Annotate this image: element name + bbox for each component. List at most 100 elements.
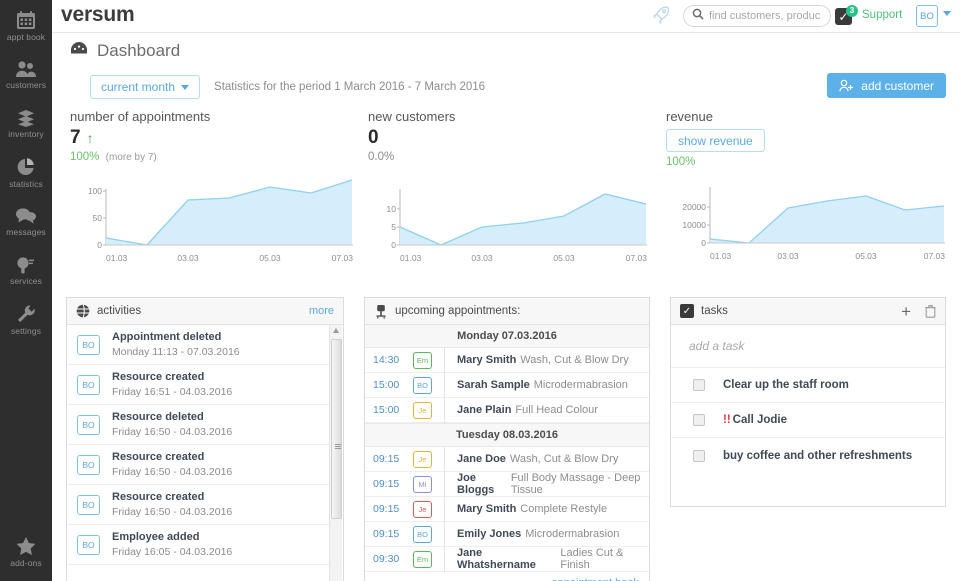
add-task-input[interactable]: add a task	[671, 325, 945, 368]
list-item[interactable]: BO Resource created Friday 16:51 - 04.03…	[67, 365, 343, 405]
activity-text: Appointment deleted Monday 11:13 - 07.03…	[112, 330, 240, 359]
list-item[interactable]: buy coffee and other refreshments	[671, 438, 945, 473]
list-item[interactable]: BO Appointment deleted Monday 11:13 - 07…	[67, 325, 343, 365]
appointment-description: Joe Bloggs Full Body Massage - Deep Tiss…	[444, 471, 649, 497]
list-item[interactable]: BO Resource created Friday 16:50 - 04.03…	[67, 485, 343, 525]
chart-revenue: 0 10000 20000 01.03 03.03 05.03 07.03	[666, 174, 956, 275]
add-customer-button[interactable]: add customer	[827, 73, 946, 98]
sidebar-item-statistics[interactable]: statistics	[0, 147, 52, 196]
chevron-down-icon[interactable]	[943, 11, 951, 16]
list-item[interactable]: BO Resource deleted Friday 16:50 - 04.03…	[67, 405, 343, 445]
chart-revenue-svg: 0 10000 20000 01.03 03.03 05.03 07.03	[682, 187, 945, 261]
task-label: buy coffee and other refreshments	[723, 449, 913, 462]
search-box[interactable]	[683, 5, 831, 27]
kpi-title: number of appointments	[70, 109, 211, 124]
sidebar-item-messages[interactable]: messages	[0, 196, 52, 245]
svg-text:05.03: 05.03	[259, 253, 281, 263]
task-checkbox[interactable]	[693, 414, 705, 426]
kpi-percent: 0.0%	[368, 151, 395, 163]
appointment-time: 14:30	[373, 354, 400, 366]
scrollbar-thumb[interactable]	[331, 339, 342, 519]
activity-title: Resource created	[112, 451, 205, 463]
activity-text: Resource deleted Friday 16:50 - 04.03.20…	[112, 410, 232, 439]
task-checkbox[interactable]	[693, 449, 705, 462]
list-item[interactable]: BO Resource created Friday 16:50 - 04.03…	[67, 445, 343, 485]
appointment-time: 09:15	[373, 453, 400, 465]
appointment-service: Full Body Massage - Deep Tissue	[510, 472, 641, 496]
svg-text:05.03: 05.03	[855, 251, 877, 261]
boxes-icon	[15, 109, 37, 127]
appointment-time: 15:00	[373, 404, 400, 416]
list-item[interactable]: !! Call Jodie	[671, 403, 945, 438]
table-row[interactable]: 09:15 Mi Joe Bloggs Full Body Massage - …	[365, 471, 649, 497]
task-checkbox[interactable]	[693, 379, 705, 391]
activities-scrollbar[interactable]	[329, 325, 342, 581]
sidebar-item-label: services	[10, 276, 42, 286]
table-row[interactable]: 09:30 Em Jane Whatshername Ladies Cut & …	[365, 546, 649, 572]
sidebar-item-services[interactable]: services	[0, 245, 52, 294]
avatar[interactable]: BO	[916, 5, 938, 27]
avatar: BO	[77, 414, 100, 435]
main-content: Dashboard current month Statistics for t…	[52, 33, 960, 581]
notifications-button[interactable]: ✓ 3	[835, 5, 858, 27]
sidebar-item-settings[interactable]: settings	[0, 294, 52, 343]
appointment-customer: Mary Smith	[457, 503, 517, 515]
table-row[interactable]: 09:15 BO Emily Jones Microdermabrasion	[365, 521, 649, 547]
brand-logo[interactable]: versum	[61, 3, 135, 27]
avatar: BO	[77, 454, 100, 475]
show-revenue-button[interactable]: show revenue	[666, 129, 765, 152]
trash-icon[interactable]	[925, 304, 936, 318]
activity-text: Resource created Friday 16:50 - 04.03.20…	[112, 490, 232, 519]
appointment-book-link[interactable]: appointment book	[365, 572, 649, 581]
list-item[interactable]: BO Employee added Friday 16:05 - 04.03.2…	[67, 525, 343, 565]
rocket-icon[interactable]	[651, 5, 671, 30]
tasks-list: add a task Clear up the staff room !! Cal…	[671, 325, 945, 507]
search-input[interactable]	[709, 10, 829, 22]
scroll-up-arrow-icon[interactable]	[333, 328, 339, 333]
chart-new-customers-svg: 0 5 10 01.03 03.03 05.03 07.03	[387, 189, 648, 263]
avatar: Em	[413, 351, 432, 369]
table-row[interactable]: 15:00 BO Sarah Sample Microdermabrasion	[365, 372, 649, 398]
svg-text:0: 0	[701, 238, 706, 248]
kpi-percent-row: 100%	[666, 156, 956, 168]
sidebar-item-customers[interactable]: customers	[0, 49, 52, 98]
activities-more-link[interactable]: more	[309, 305, 334, 317]
sidebar-item-inventory[interactable]: inventory	[0, 98, 52, 147]
appointment-customer: Mary Smith	[457, 354, 517, 366]
appointment-description: Mary Smith Wash, Cut & Blow Dry	[444, 347, 629, 373]
support-link[interactable]: Support	[862, 9, 902, 21]
dashboard-page: appt book customers inventory statistics	[0, 0, 960, 581]
appointment-time: 09:15	[373, 528, 400, 540]
appointment-service: Full Head Colour	[515, 404, 598, 416]
table-row[interactable]: 09:15 Je Mary Smith Complete Restyle	[365, 496, 649, 522]
appointments-panel-header: upcoming appointments:	[365, 298, 649, 325]
table-row[interactable]: 09:15 Je Jane Doe Wash, Cut & Blow Dry	[365, 446, 649, 472]
appointment-time: 09:15	[373, 503, 400, 515]
plus-icon[interactable]: +	[901, 303, 911, 320]
add-user-icon	[839, 79, 854, 92]
kpi-percent-row: 100% (more by 7)	[70, 151, 356, 163]
svg-text:07.03: 07.03	[626, 253, 648, 263]
sidebar-item-label: appt book	[6, 31, 46, 42]
sidebar-item-label: messages	[6, 227, 46, 237]
appointment-service: Complete Restyle	[520, 503, 608, 515]
list-item[interactable]: Clear up the staff room	[671, 368, 945, 403]
pie-chart-icon	[16, 157, 36, 177]
appointment-service: Microdermabrasion	[525, 528, 620, 540]
avatar: Je	[413, 500, 432, 518]
appointment-description: Jane Whatshername Ladies Cut & Finish	[444, 546, 649, 572]
appointments-list: Monday 07.03.2016 14:30 Em Mary Smith Wa…	[365, 325, 649, 581]
svg-text:03.03: 03.03	[777, 251, 799, 261]
kpi-value-row: 0	[368, 127, 654, 149]
appointment-customer: Emily Jones	[457, 528, 522, 540]
period-filter-dropdown[interactable]: current month	[90, 75, 201, 99]
sidebar-item-add-ons[interactable]: add-ons	[0, 526, 52, 575]
kpi-value-row: 7 ↑	[70, 127, 356, 149]
table-row[interactable]: 15:00 Je Jane Plain Full Head Colour	[365, 397, 649, 423]
sidebar-item-appt-book[interactable]: appt book	[0, 0, 52, 49]
activity-timestamp: Friday 16:50 - 04.03.2016	[112, 425, 233, 438]
chat-bubbles-icon	[15, 207, 37, 225]
avatar: BO	[77, 374, 100, 395]
avatar: BO	[77, 534, 100, 555]
table-row[interactable]: 14:30 Em Mary Smith Wash, Cut & Blow Dry	[365, 347, 649, 373]
